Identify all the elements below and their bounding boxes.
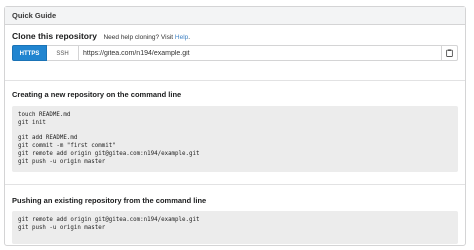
push-repo-section: Pushing an existing repository from the … (5, 185, 465, 244)
clone-title-row: Clone this repository Need help cloning?… (12, 29, 458, 41)
quick-guide-panel: Quick Guide Clone this repository Need h… (4, 6, 466, 246)
help-link[interactable]: Help (175, 34, 188, 41)
create-repo-title: Creating a new repository on the command… (12, 90, 182, 99)
clone-url-input[interactable] (79, 45, 442, 61)
help-suffix: . (188, 34, 191, 41)
help-prefix: Need help cloning? Visit (103, 34, 174, 41)
copy-url-button[interactable] (442, 45, 458, 61)
create-repo-section: Creating a new repository on the command… (5, 81, 465, 185)
clone-section: Clone this repository Need help cloning?… (5, 25, 465, 81)
clone-url-row: HTTPS SSH (12, 45, 458, 61)
ssh-button[interactable]: SSH (47, 45, 79, 61)
clone-title: Clone this repository (12, 31, 98, 41)
push-repo-code: git remote add origin git@gitea.com:n194… (12, 211, 458, 244)
panel-title: Quick Guide (5, 7, 465, 25)
help-text: Need help cloning? Visit Help. (103, 34, 190, 41)
push-repo-title: Pushing an existing repository from the … (12, 196, 207, 205)
clipboard-icon (446, 49, 453, 57)
create-repo-code: touch README.md git init git add README.… (12, 106, 458, 172)
https-button[interactable]: HTTPS (12, 45, 47, 61)
